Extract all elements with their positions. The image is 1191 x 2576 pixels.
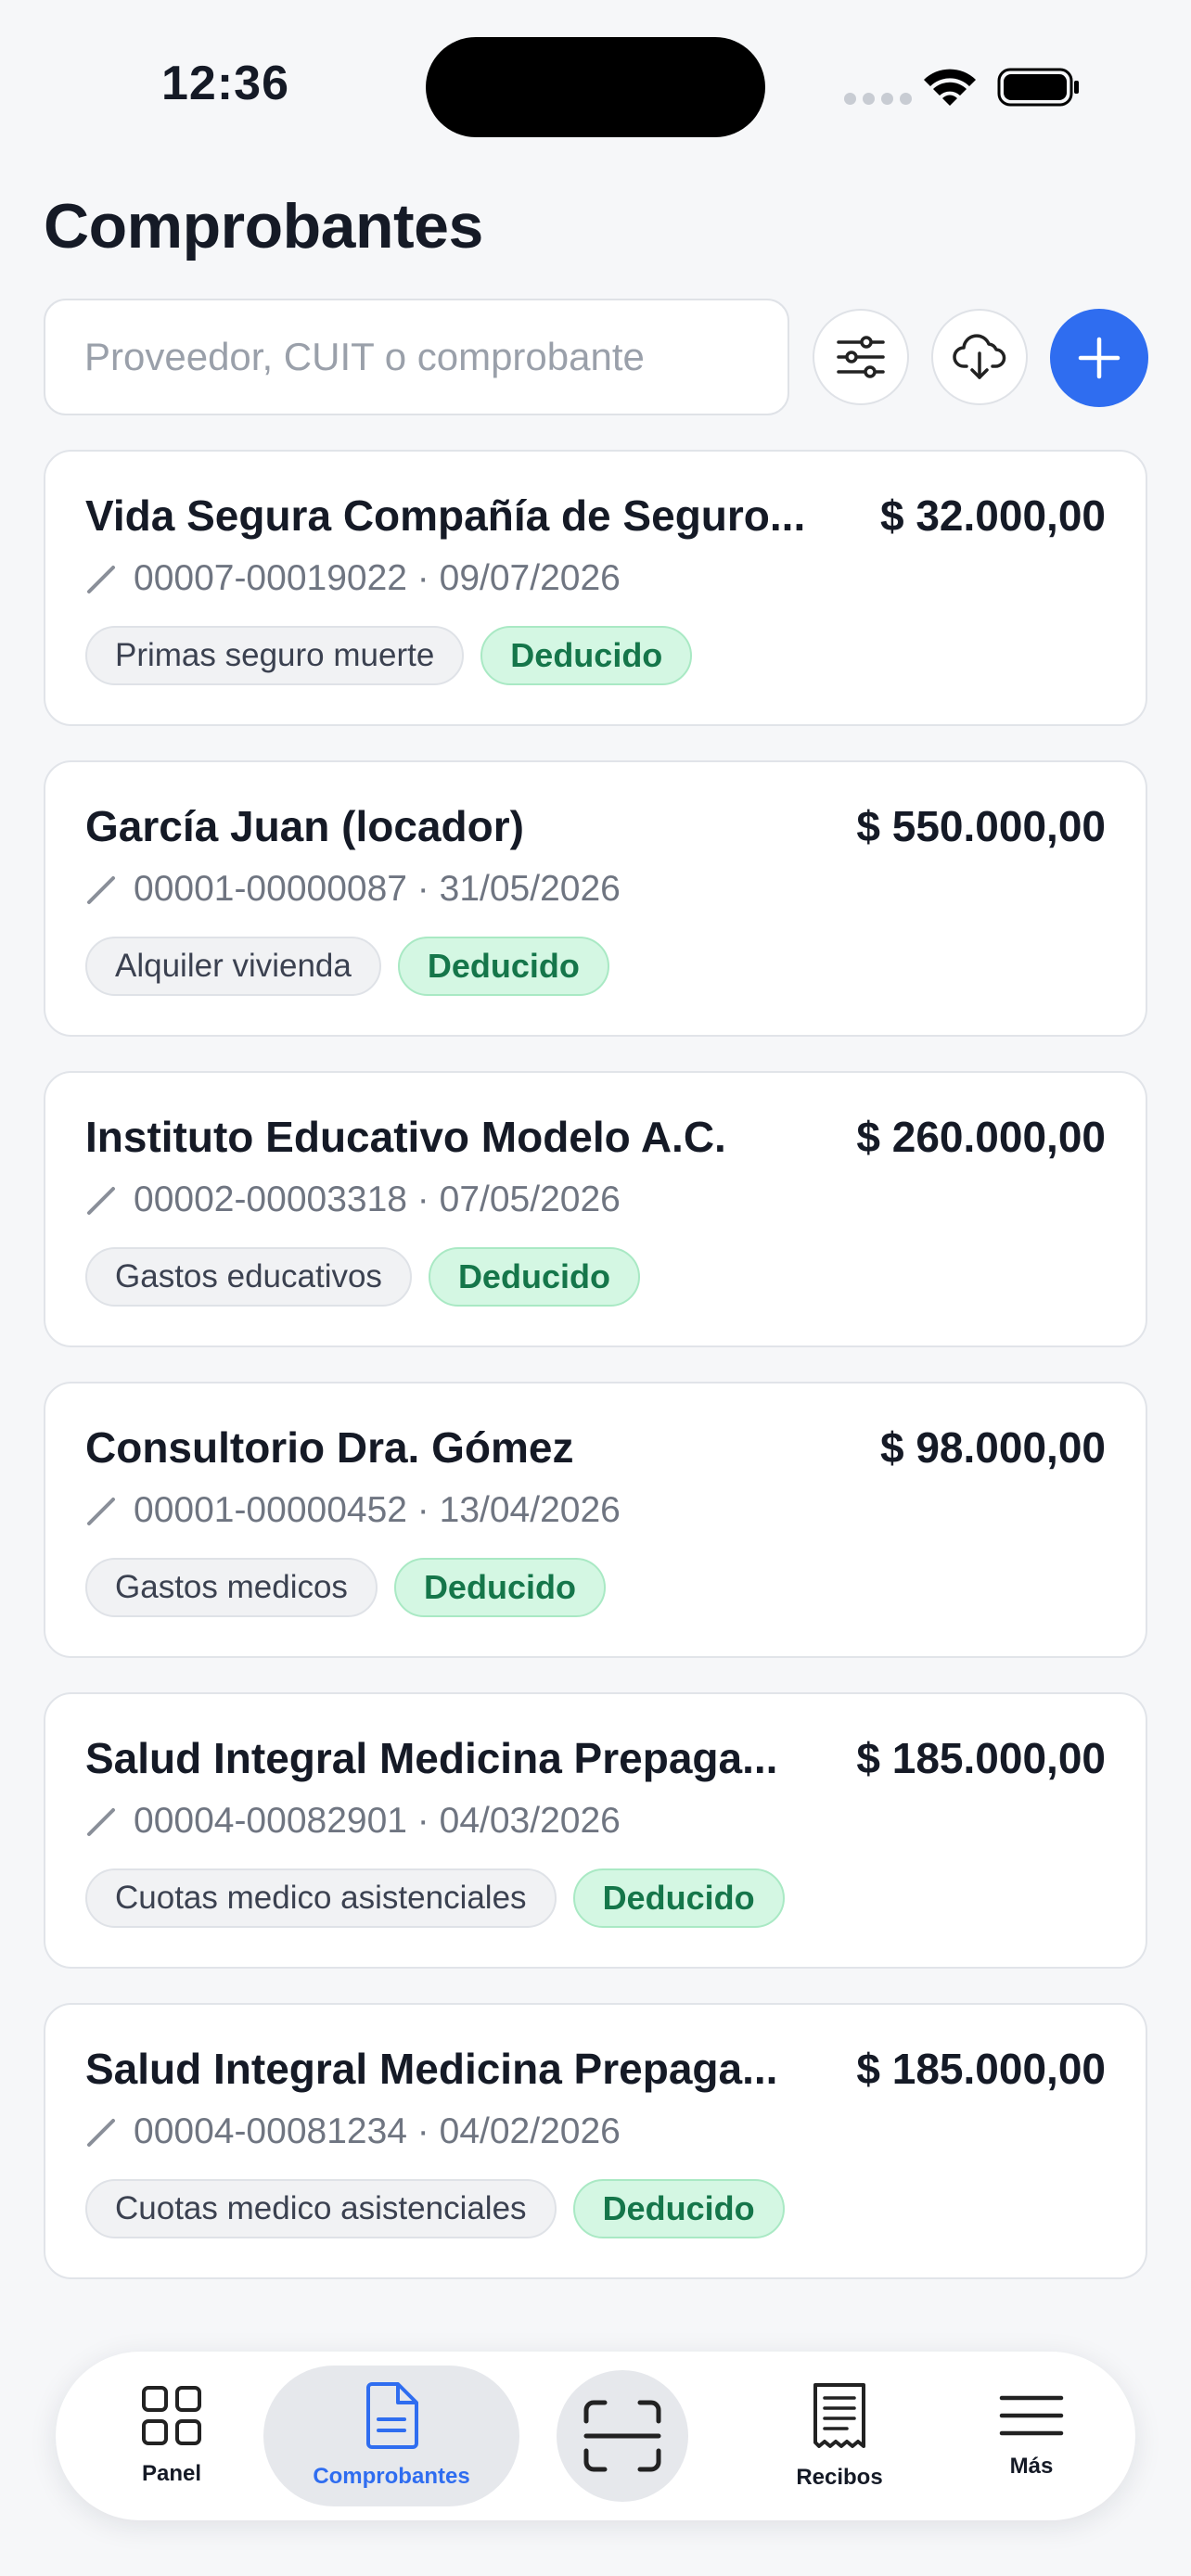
receipt-tags: Cuotas medico asistenciales Deducido	[85, 2179, 785, 2238]
provider-name: García Juan (locador)	[85, 802, 524, 850]
receipt-meta: 00002-00003318 · 07/05/2026	[85, 1180, 621, 1220]
receipt-date: 04/02/2026	[439, 2111, 621, 2151]
receipt-tags: Cuotas medico asistenciales Deducido	[85, 1868, 785, 1928]
menu-icon	[999, 2395, 1064, 2436]
category-badge: Gastos medicos	[85, 1558, 378, 1617]
cellular-signal-icon	[844, 93, 912, 105]
status-badge: Deducido	[572, 1868, 785, 1928]
receipt-date: 31/05/2026	[439, 869, 621, 909]
receipt-card[interactable]: Consultorio Dra. Gómez $ 98.000,00 00001…	[44, 1382, 1147, 1658]
receipt-card[interactable]: García Juan (locador) $ 550.000,00 00001…	[44, 760, 1147, 1037]
pencil-icon	[87, 566, 115, 593]
pencil-icon	[87, 2119, 115, 2147]
receipt-date: 09/07/2026	[439, 558, 621, 598]
document-icon	[366, 2382, 418, 2449]
nav-item-comprobantes[interactable]: Comprobantes	[263, 2352, 519, 2520]
status-badge: Deducido	[480, 626, 693, 685]
plus-icon	[1078, 337, 1121, 379]
receipt-date: 04/03/2026	[439, 1801, 621, 1841]
receipt-meta: 00001-00000087 · 31/05/2026	[85, 869, 621, 910]
provider-name: Instituto Educativo Modelo A.C.	[85, 1113, 726, 1161]
filter-button[interactable]	[813, 309, 909, 405]
nav-item-recibos[interactable]: Recibos	[770, 2352, 909, 2520]
scan-button[interactable]	[557, 2370, 688, 2502]
receipt-meta: 00004-00082901 · 04/03/2026	[85, 1801, 621, 1842]
grid-icon	[142, 2386, 201, 2445]
category-badge: Gastos educativos	[85, 1247, 412, 1307]
status-bar: 12:36	[0, 0, 1191, 176]
download-button[interactable]	[931, 309, 1028, 405]
search-placeholder: Proveedor, CUIT o comprobante	[84, 335, 645, 378]
status-badge: Deducido	[572, 2179, 785, 2238]
receipt-amount: $ 32.000,00	[879, 491, 1106, 540]
bottom-nav: Panel Comprobantes Recibos Más	[56, 2352, 1135, 2520]
cloud-download-icon	[953, 334, 1006, 379]
category-badge: Alquiler vivienda	[85, 937, 381, 996]
receipt-tags: Primas seguro muerte Deducido	[85, 626, 693, 685]
battery-icon	[997, 68, 1079, 107]
dynamic-island	[426, 37, 765, 137]
receipt-meta: 00004-00081234 · 04/02/2026	[85, 2111, 621, 2152]
receipt-amount: $ 185.000,00	[856, 2045, 1106, 2093]
page-title: Comprobantes	[44, 191, 483, 261]
sliders-icon	[837, 336, 885, 378]
scan-icon	[583, 2400, 661, 2472]
receipt-card[interactable]: Instituto Educativo Modelo A.C. $ 260.00…	[44, 1071, 1147, 1347]
category-badge: Cuotas medico asistenciales	[85, 1868, 557, 1928]
receipt-number: 00001-00000452	[134, 1490, 407, 1530]
pencil-icon	[87, 1498, 115, 1525]
nav-label-mas: Más	[1009, 2454, 1054, 2479]
receipt-number: 00004-00081234	[134, 2111, 407, 2151]
status-badge: Deducido	[397, 937, 609, 996]
receipt-card[interactable]: Salud Integral Medicina Prepaga... $ 185…	[44, 1692, 1147, 1969]
provider-name: Vida Segura Compañía de Seguro...	[85, 491, 806, 540]
nav-item-mas[interactable]: Más	[985, 2352, 1078, 2520]
nav-label-comprobantes: Comprobantes	[313, 2464, 470, 2489]
receipt-amount: $ 185.000,00	[856, 1734, 1106, 1782]
screen: 12:36 Comprobantes Proveedor, CUIT o com…	[0, 0, 1191, 2576]
receipt-date: 13/04/2026	[439, 1490, 621, 1530]
status-time: 12:36	[161, 57, 289, 110]
receipt-number: 00004-00082901	[134, 1801, 407, 1841]
receipt-icon	[813, 2383, 865, 2448]
nav-item-panel[interactable]: Panel	[111, 2352, 232, 2520]
pencil-icon	[87, 1808, 115, 1836]
receipt-amount: $ 550.000,00	[856, 802, 1106, 850]
receipt-tags: Gastos educativos Deducido	[85, 1247, 640, 1307]
receipt-amount: $ 260.000,00	[856, 1113, 1106, 1161]
provider-name: Salud Integral Medicina Prepaga...	[85, 1734, 778, 1782]
receipt-card[interactable]: Salud Integral Medicina Prepaga... $ 185…	[44, 2003, 1147, 2279]
pencil-icon	[87, 1187, 115, 1215]
provider-name: Salud Integral Medicina Prepaga...	[85, 2045, 778, 2093]
add-receipt-button[interactable]	[1050, 309, 1148, 407]
nav-label-recibos: Recibos	[796, 2465, 883, 2490]
receipt-amount: $ 98.000,00	[879, 1423, 1106, 1472]
receipt-number: 00007-00019022	[134, 558, 407, 598]
provider-name: Consultorio Dra. Gómez	[85, 1423, 574, 1472]
nav-label-panel: Panel	[141, 2461, 202, 2486]
status-badge: Deducido	[393, 1558, 606, 1617]
category-badge: Primas seguro muerte	[85, 626, 465, 685]
receipt-card[interactable]: Vida Segura Compañía de Seguro... $ 32.0…	[44, 450, 1147, 726]
pencil-icon	[87, 876, 115, 904]
category-badge: Cuotas medico asistenciales	[85, 2179, 557, 2238]
receipt-tags: Alquiler vivienda Deducido	[85, 937, 609, 996]
receipt-tags: Gastos medicos Deducido	[85, 1558, 606, 1617]
receipt-number: 00002-00003318	[134, 1180, 407, 1219]
receipt-meta: 00007-00019022 · 09/07/2026	[85, 558, 621, 599]
receipt-number: 00001-00000087	[134, 869, 407, 909]
search-input[interactable]: Proveedor, CUIT o comprobante	[44, 299, 789, 415]
receipt-date: 07/05/2026	[439, 1180, 621, 1219]
wifi-icon	[924, 69, 976, 106]
receipt-meta: 00001-00000452 · 13/04/2026	[85, 1490, 621, 1531]
status-badge: Deducido	[428, 1247, 640, 1307]
